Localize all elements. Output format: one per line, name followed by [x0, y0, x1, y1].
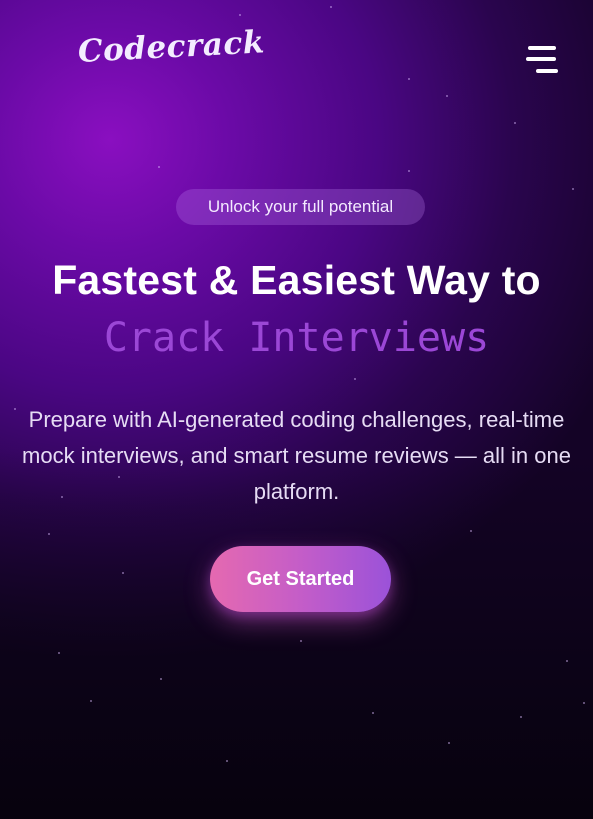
star [583, 702, 585, 704]
hero-headline: Fastest & Easiest Way to [52, 257, 541, 303]
star [448, 742, 450, 744]
star [160, 678, 162, 680]
menu-line [526, 57, 556, 61]
star [158, 166, 160, 168]
menu-line [528, 46, 556, 50]
header: Codecrack [0, 0, 593, 110]
hero-description: Prepare with AI-generated coding challen… [22, 407, 571, 504]
hero-headline-accent: Crack Interviews [103, 315, 490, 361]
star [14, 408, 16, 410]
star [470, 530, 472, 532]
logo[interactable]: Codecrack [77, 24, 266, 70]
star [372, 712, 374, 714]
star [520, 716, 522, 718]
star [354, 378, 356, 380]
menu-line [536, 69, 558, 73]
star [226, 760, 228, 762]
hamburger-menu-icon[interactable] [524, 44, 560, 76]
get-started-button[interactable]: Get Started [210, 546, 391, 612]
star [408, 170, 410, 172]
star [514, 122, 516, 124]
star [122, 572, 124, 574]
star [300, 640, 302, 642]
star [572, 188, 574, 190]
star [566, 660, 568, 662]
star [48, 533, 50, 535]
star [90, 700, 92, 702]
hero-badge: Unlock your full potential [176, 189, 425, 225]
star [58, 652, 60, 654]
